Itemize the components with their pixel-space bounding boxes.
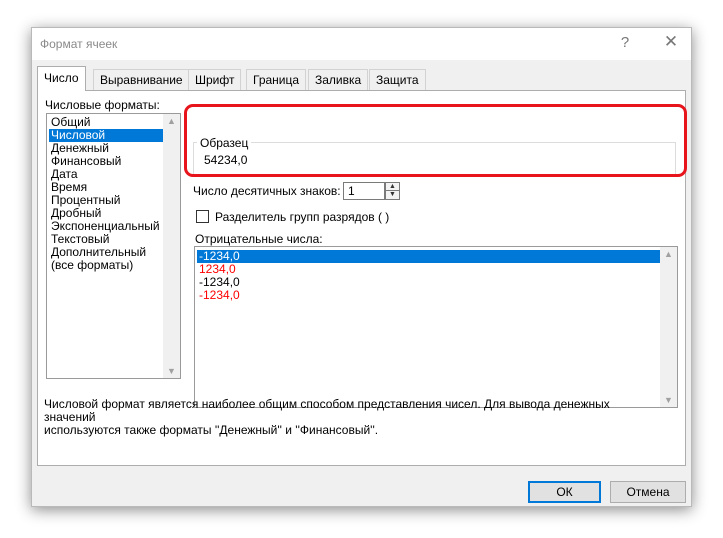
close-icon[interactable]: ✕: [661, 32, 681, 52]
description-line-1: Числовой формат является наиболее общим …: [44, 397, 610, 424]
format-item-custom[interactable]: (все форматы): [49, 259, 135, 272]
sample-legend: Образец: [197, 136, 252, 150]
cancel-button[interactable]: Отмена: [610, 481, 686, 503]
sample-group: 54234,0: [193, 142, 676, 175]
formats-scrollbar[interactable]: ▲ ▼: [163, 114, 180, 378]
separator-label[interactable]: Разделитель групп разрядов ( ): [215, 210, 389, 224]
decimals-input[interactable]: 1: [343, 182, 385, 200]
scroll-up-icon[interactable]: ▲: [163, 116, 180, 126]
formats-label: Числовые форматы:: [45, 98, 160, 112]
scroll-up-icon[interactable]: ▲: [660, 249, 677, 259]
dialog-title: Формат ячеек: [40, 37, 118, 51]
negative-scrollbar[interactable]: ▲ ▼: [660, 247, 677, 407]
negative-item[interactable]: -1234,0: [197, 250, 660, 263]
scroll-down-icon[interactable]: ▼: [163, 366, 180, 376]
decimals-label: Число десятичных знаков:: [193, 184, 341, 198]
description-line-2: используются также форматы ''Денежный'' …: [44, 423, 379, 437]
tab-number[interactable]: Число: [37, 66, 86, 91]
negative-label: Отрицательные числа:: [195, 232, 323, 246]
decimals-spinner[interactable]: ▲ ▼: [385, 182, 400, 200]
tab-fill[interactable]: Заливка: [308, 69, 369, 90]
format-description: Числовой формат является наиболее общим …: [44, 398, 664, 437]
ok-button[interactable]: ОК: [528, 481, 601, 503]
help-icon[interactable]: ?: [615, 34, 635, 51]
tab-protection[interactable]: Защита: [369, 69, 426, 90]
tab-alignment[interactable]: Выравнивание: [93, 69, 190, 90]
negative-item[interactable]: -1234,0: [197, 289, 242, 302]
tab-font[interactable]: Шрифт: [188, 69, 242, 90]
sample-value: 54234,0: [204, 153, 248, 167]
tab-border[interactable]: Граница: [246, 69, 307, 90]
title-bar: Формат ячеек ? ✕: [32, 28, 691, 60]
spin-up-icon[interactable]: ▲: [386, 183, 399, 191]
separator-checkbox[interactable]: [196, 210, 209, 223]
formats-listbox[interactable]: Общий Числовой Денежный Финансовый Дата …: [46, 113, 181, 379]
spin-down-icon[interactable]: ▼: [386, 191, 399, 199]
negative-listbox[interactable]: -1234,0 1234,0 -1234,0 -1234,0 ▲ ▼: [194, 246, 678, 408]
